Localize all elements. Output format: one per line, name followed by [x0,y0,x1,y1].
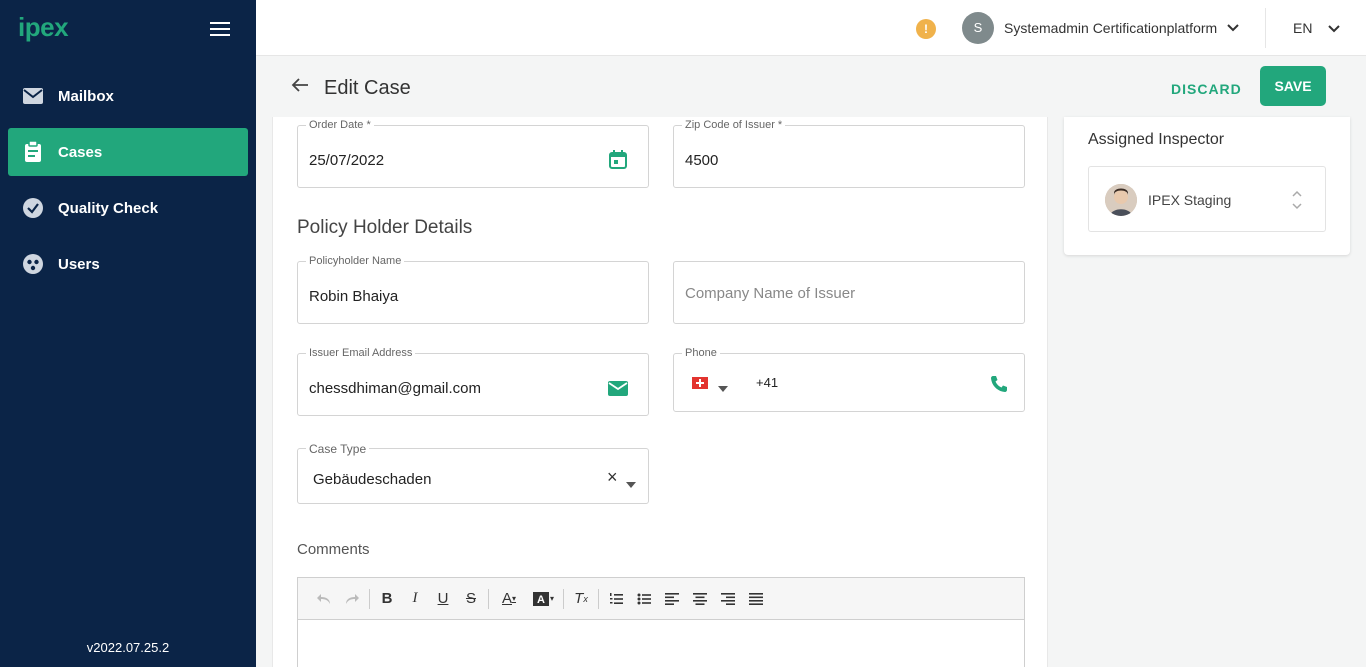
email-icon [607,380,629,402]
comments-editor[interactable]: B I U S A ▾ A ▾ Tx [297,577,1025,667]
zip-code-value: 4500 [685,152,719,169]
highlight-color-icon[interactable]: A ▾ [526,585,560,613]
policyholder-name-value: Robin Bhaiya [309,288,399,305]
sidebar-nav: Mailbox Cases Quality Check Users [8,72,248,296]
avatar: S [962,12,994,44]
sidebar: ipex Mailbox Cases Quality Check Users v… [0,0,256,667]
language-selector[interactable]: EN [1293,20,1341,36]
chevron-down-icon [1227,19,1239,37]
company-name-placeholder: Company Name of Issuer [685,285,856,302]
order-date-field[interactable]: Order Date * 25/07/2022 [297,119,649,188]
editor-toolbar: B I U S A ▾ A ▾ Tx [298,578,1024,620]
issuer-email-label: Issuer Email Address [306,347,416,359]
sidebar-item-label: Cases [58,143,103,161]
case-type-select[interactable]: Case Type Gebäudeschaden × [297,442,649,504]
mail-icon [22,85,44,107]
clear-format-icon[interactable]: Tx [567,585,595,613]
check-circle-icon [22,197,44,219]
sidebar-item-label: Quality Check [58,199,159,217]
caret-down-icon[interactable] [626,475,636,493]
page-title: Edit Case [324,77,411,99]
users-icon [22,253,44,275]
issuer-email-field[interactable]: Issuer Email Address chessdhiman@gmail.c… [297,347,649,416]
policyholder-name-label: Policyholder Name [306,255,405,267]
top-header: ! S Systemadmin Certificationplatform EN [256,0,1366,56]
underline-icon[interactable]: U [429,585,457,613]
menu-toggle-icon[interactable] [210,22,230,38]
phone-field[interactable]: Phone +41 [673,347,1025,412]
clear-icon[interactable]: × [607,467,618,488]
italic-icon[interactable]: I [401,585,429,613]
svg-text:A: A [537,594,545,606]
bold-icon[interactable]: B [373,585,401,613]
numbered-list-icon[interactable] [602,585,630,613]
inspector-name: IPEX Staging [1148,192,1232,208]
sidebar-item-cases[interactable]: Cases [8,128,248,176]
chevron-updown-icon [1291,189,1303,216]
align-left-icon[interactable] [658,585,686,613]
chevron-down-icon [1328,20,1341,36]
comments-label: Comments [297,541,370,558]
user-name: Systemadmin Certificationplatform [1004,20,1218,36]
save-button[interactable]: SAVE [1260,66,1326,106]
app-logo: ipex [18,12,69,42]
clipboard-icon [22,141,44,163]
sidebar-item-label: Mailbox [58,87,114,105]
discard-button[interactable]: DISCARD [1171,81,1242,97]
section-title: Policy Holder Details [297,217,473,238]
toolbar-separator [598,588,599,609]
inspector-select[interactable]: IPEX Staging [1088,166,1326,232]
sidebar-item-mailbox[interactable]: Mailbox [8,72,248,120]
user-menu[interactable]: S Systemadmin Certificationplatform [962,12,1239,44]
bullet-list-icon[interactable] [630,585,658,613]
toolbar-separator [369,588,370,609]
assigned-inspector-title: Assigned Inspector [1088,131,1225,148]
align-justify-icon[interactable] [742,585,770,613]
avatar [1105,184,1137,216]
policyholder-name-field[interactable]: Policyholder Name Robin Bhaiya [297,255,649,324]
order-date-value: 25/07/2022 [309,152,385,169]
header-divider [1265,8,1266,48]
language-label: EN [1293,20,1313,36]
case-type-value: Gebäudeschaden [313,471,432,488]
back-arrow-icon[interactable] [290,77,310,98]
assigned-inspector-card: Assigned Inspector IPEX Staging [1064,117,1350,255]
phone-label: Phone [682,347,720,359]
toolbar-separator [563,588,564,609]
undo-icon[interactable] [310,585,338,613]
case-type-label: Case Type [306,442,370,456]
caret-down-icon[interactable] [718,379,728,397]
warning-icon[interactable]: ! [916,19,936,39]
sidebar-item-label: Users [58,255,100,273]
company-name-field[interactable]: Company Name of Issuer [673,261,1025,324]
edit-toolbar: Edit Case DISCARD SAVE [256,57,1366,117]
calendar-icon[interactable] [608,150,628,175]
strikethrough-icon[interactable]: S [457,585,485,613]
sidebar-item-users[interactable]: Users [8,240,248,288]
align-center-icon[interactable] [686,585,714,613]
align-right-icon[interactable] [714,585,742,613]
zip-code-label: Zip Code of Issuer * [682,119,786,131]
redo-icon[interactable] [338,585,366,613]
phone-icon [989,374,1009,399]
issuer-email-value: chessdhiman@gmail.com [309,380,481,397]
phone-value: +41 [756,375,779,390]
toolbar-separator [488,588,489,609]
sidebar-item-quality-check[interactable]: Quality Check [8,184,248,232]
text-color-icon[interactable]: A ▾ [492,585,526,613]
swiss-flag-icon[interactable] [692,376,708,394]
order-date-label: Order Date * [306,119,374,131]
app-version: v2022.07.25.2 [86,640,170,655]
zip-code-field[interactable]: Zip Code of Issuer * 4500 [673,119,1025,188]
case-form: Order Date * 25/07/2022 Zip Code of Issu… [272,117,1048,667]
